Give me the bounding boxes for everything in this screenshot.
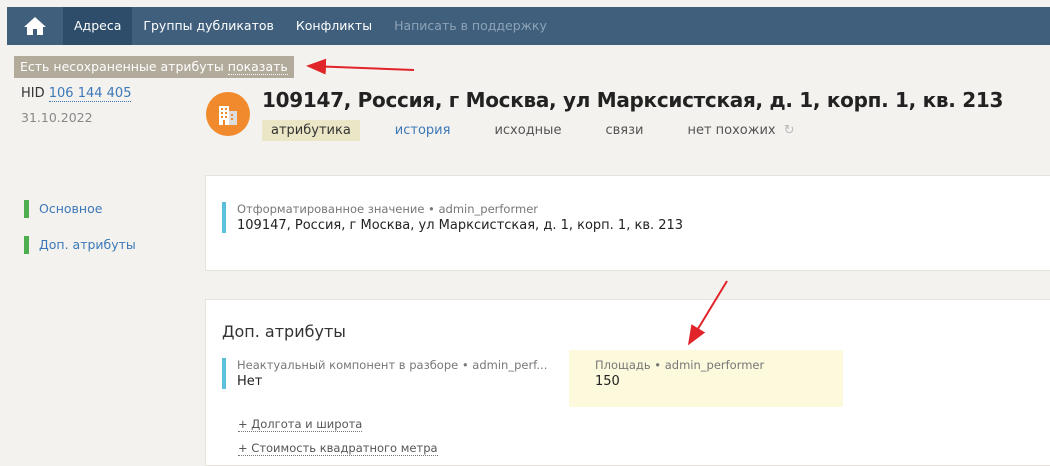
- record-tabs: атрибутика история исходные связи нет по…: [262, 120, 830, 141]
- page-title: 109147, Россия, г Москва, ул Марксистска…: [262, 88, 1004, 112]
- sidebar-item-main[interactable]: Основное: [24, 200, 102, 218]
- irrelevant-component-value: Нет: [237, 374, 263, 389]
- hid-link[interactable]: 106 144 405: [48, 86, 132, 102]
- area-field-highlight[interactable]: Площадь • admin_performer 150: [569, 350, 843, 407]
- formatted-value-label: Отформатированное значение • admin_perfo…: [237, 202, 538, 216]
- show-unsaved-link[interactable]: показать: [227, 59, 288, 75]
- nav-addresses[interactable]: Адреса: [63, 7, 133, 45]
- formatted-value-field[interactable]: Отформатированное значение • admin_perfo…: [222, 202, 683, 233]
- add-price-per-meter-link[interactable]: + Стоимость квадратного метра: [238, 441, 438, 456]
- sidebar-item-extra-attributes[interactable]: Доп. атрибуты: [24, 236, 136, 254]
- record-date: 31.10.2022: [21, 110, 93, 125]
- hid-row: HID 106 144 405: [21, 86, 132, 102]
- nav-conflicts[interactable]: Конфликты: [285, 7, 383, 45]
- nav-support[interactable]: Написать в поддержку: [383, 7, 558, 45]
- section-title: Доп. атрибуты: [222, 322, 346, 341]
- irrelevant-component-field[interactable]: Неактуальный компонент в разборе • admin…: [222, 358, 547, 389]
- tab-no-similar[interactable]: нет похожих ↻: [678, 120, 803, 141]
- add-coordinates-link[interactable]: + Долгота и широта: [238, 417, 363, 432]
- home-button[interactable]: [7, 7, 63, 45]
- formatted-value: 109147, Россия, г Москва, ул Марксистска…: [237, 218, 684, 233]
- tab-attributes[interactable]: атрибутика: [262, 120, 360, 141]
- arrow-to-banner: [306, 58, 415, 75]
- unsaved-attributes-banner: Есть несохраненные атрибуты показать: [14, 56, 294, 78]
- tab-sources[interactable]: исходные: [485, 120, 570, 141]
- main-attributes-card: Отформатированное значение • admin_perfo…: [205, 175, 1050, 271]
- home-icon: [24, 17, 46, 35]
- tab-history[interactable]: история: [386, 120, 460, 141]
- unsaved-text: Есть несохраненные атрибуты: [20, 59, 224, 74]
- nav-duplicate-groups[interactable]: Группы дубликатов: [132, 7, 285, 45]
- tab-no-similar-label: нет похожих: [687, 123, 776, 138]
- irrelevant-component-label: Неактуальный компонент в разборе • admin…: [237, 358, 548, 372]
- area-label: Площадь • admin_performer: [595, 358, 765, 372]
- hid-label: HID: [21, 86, 45, 101]
- top-navigation-bar: Адреса Группы дубликатов Конфликты Напис…: [7, 7, 1050, 45]
- extra-attributes-card: Доп. атрибуты Неактуальный компонент в р…: [205, 299, 1050, 466]
- area-value: 150: [595, 374, 620, 389]
- tab-links[interactable]: связи: [596, 120, 652, 141]
- building-icon: [206, 92, 250, 136]
- refresh-icon[interactable]: ↻: [784, 123, 795, 138]
